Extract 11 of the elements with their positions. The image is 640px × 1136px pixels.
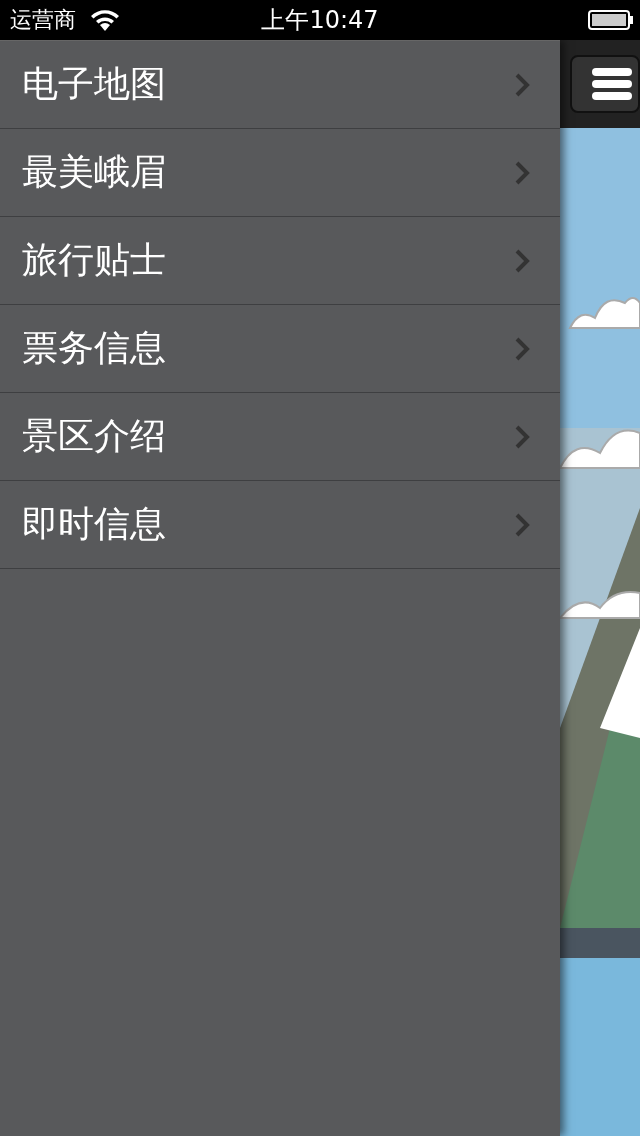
chevron-icon [514,511,530,538]
chevron-icon [514,423,530,450]
chevron-icon [514,159,530,186]
menu-icon [590,67,634,101]
battery-icon [588,9,634,31]
chevron-icon [514,335,530,362]
menu-button[interactable] [570,55,640,113]
carrier-name: 运营商 [10,6,76,34]
chevron-icon [514,247,530,274]
clock-time: 上午10:47 [261,5,379,36]
chevron-icon [514,71,530,98]
